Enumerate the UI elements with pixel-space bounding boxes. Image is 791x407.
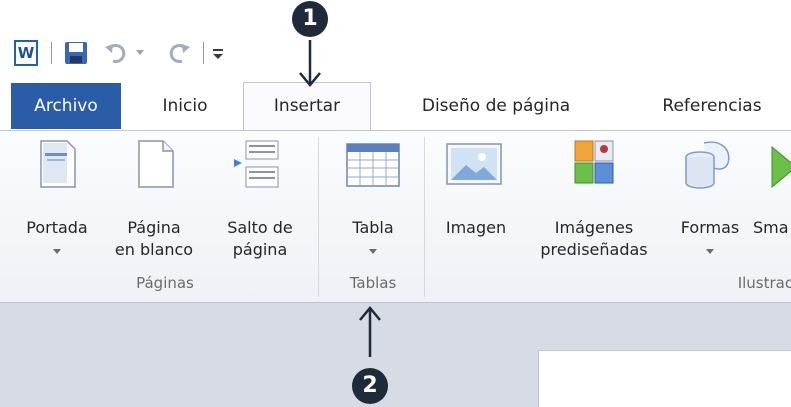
pagina-en-blanco-label: Página en blanco	[114, 218, 194, 259]
cover-page-icon	[39, 139, 77, 193]
smartart-label: Sma	[753, 218, 789, 237]
quick-access-toolbar: W	[0, 36, 791, 82]
tabla-dropdown-icon	[369, 249, 377, 254]
blank-page-icon	[137, 139, 175, 193]
salto-de-pagina-button[interactable]: Salto de página	[214, 131, 306, 271]
group-label-paginas: Páginas	[136, 274, 194, 292]
portada-dropdown-icon	[53, 249, 61, 254]
smartart-icon	[768, 145, 791, 193]
imagen-label: Imagen	[445, 218, 507, 237]
group-label-ilustraciones: Ilustraciones	[737, 274, 791, 292]
imagenes-predisenadas-label: Imágenes prediseñadas	[540, 218, 648, 259]
imagenes-predisenadas-button[interactable]: Imágenes prediseñadas	[520, 131, 668, 271]
smartart-button[interactable]: Sma	[752, 131, 791, 271]
salto-de-pagina-label: Salto de página	[227, 218, 293, 259]
clip-art-icon	[574, 139, 614, 189]
portada-button[interactable]: Portada	[14, 131, 100, 271]
undo-icon[interactable]	[104, 41, 130, 65]
portada-label: Portada	[26, 218, 88, 237]
callout-badge-2: 2	[352, 368, 388, 404]
redo-icon[interactable]	[165, 41, 191, 65]
customize-qat-icon[interactable]	[212, 46, 224, 60]
tab-archivo[interactable]: Archivo	[11, 83, 121, 129]
picture-icon	[446, 143, 502, 189]
page-break-icon	[232, 139, 282, 193]
table-icon	[346, 143, 400, 191]
tab-diseno-de-pagina[interactable]: Diseño de página	[392, 82, 600, 130]
group-separator	[424, 137, 425, 297]
tab-referencias[interactable]: Referencias	[632, 82, 791, 130]
tabla-button[interactable]: Tabla	[330, 131, 416, 271]
qat-separator	[203, 42, 204, 64]
tab-inicio[interactable]: Inicio	[140, 82, 230, 130]
up-arrow-icon	[358, 305, 382, 361]
callout-badge-1: 1	[292, 1, 328, 37]
formas-dropdown-icon	[706, 249, 714, 254]
word-app-icon[interactable]: W	[14, 40, 38, 66]
save-icon[interactable]	[64, 41, 88, 65]
ribbon-insertar: Portada Página en blanco Salto de página…	[0, 130, 791, 303]
document-page[interactable]	[538, 350, 791, 407]
ribbon-tabs: Archivo Inicio Insertar Diseño de página…	[0, 82, 791, 131]
group-label-tablas: Tablas	[349, 274, 397, 292]
formas-label: Formas	[680, 218, 740, 237]
tabla-label: Tabla	[352, 218, 394, 237]
group-separator	[318, 137, 319, 297]
formas-button[interactable]: Formas	[670, 131, 750, 271]
undo-dropdown-icon[interactable]	[136, 50, 144, 55]
qat-separator	[51, 42, 52, 64]
pagina-en-blanco-button[interactable]: Página en blanco	[106, 131, 202, 271]
shapes-icon	[680, 139, 736, 195]
down-arrow-icon	[298, 40, 322, 92]
imagen-button[interactable]: Imagen	[434, 131, 518, 271]
